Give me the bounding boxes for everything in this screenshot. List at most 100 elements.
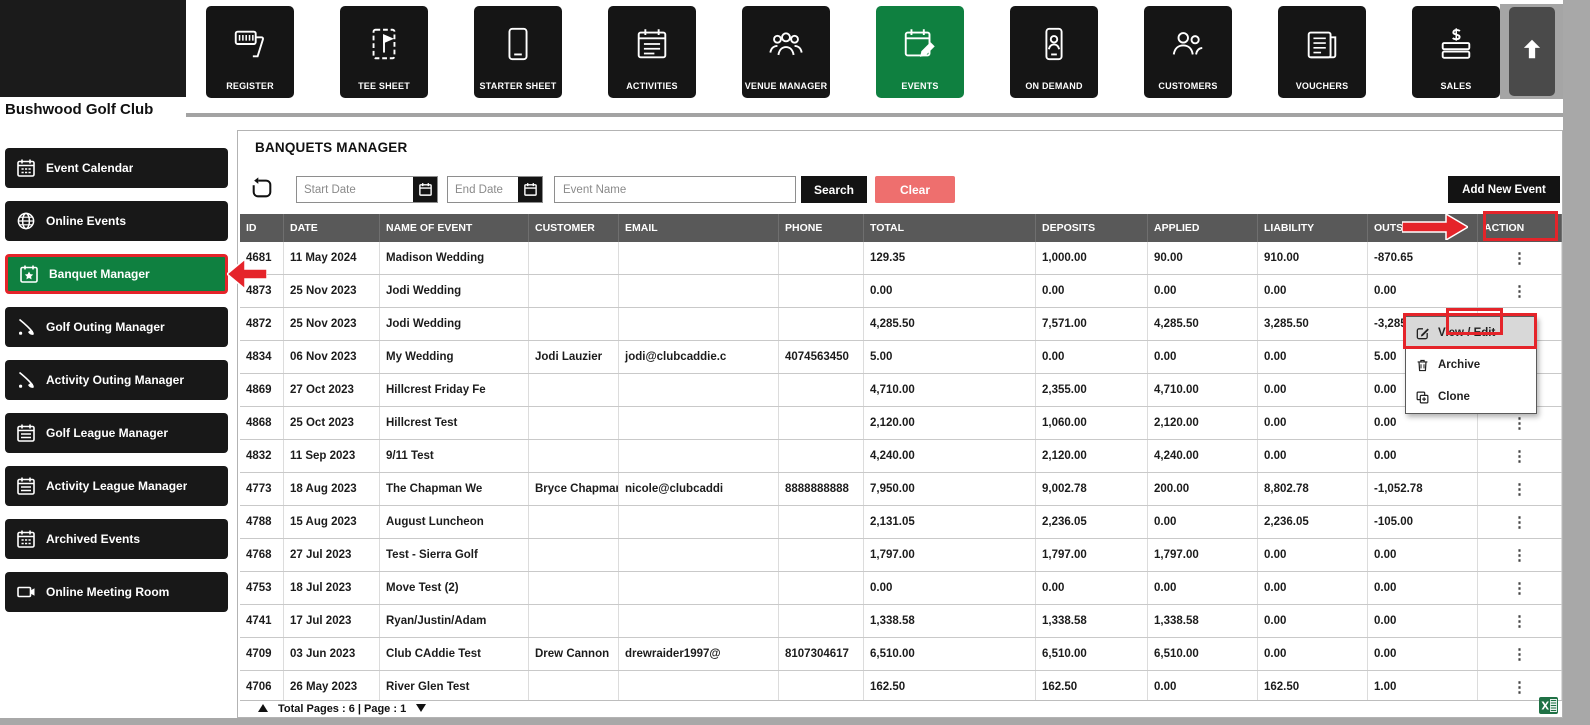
refresh-button[interactable] bbox=[248, 177, 275, 204]
cell-total: 0.00 bbox=[864, 275, 1036, 307]
column-header-liability[interactable]: LIABILITY bbox=[1258, 214, 1368, 242]
event-name-input[interactable] bbox=[554, 176, 796, 203]
sidebar-item-online-meeting-room[interactable]: Online Meeting Room bbox=[5, 572, 228, 612]
cell-total: 4,710.00 bbox=[864, 374, 1036, 406]
cell-applied: 0.00 bbox=[1148, 671, 1258, 700]
clear-button[interactable]: Clear bbox=[875, 176, 955, 203]
add-new-event-button[interactable]: Add New Event bbox=[1448, 176, 1560, 203]
toolbar-button-starter-sheet[interactable]: STARTER SHEET bbox=[474, 6, 562, 98]
table-row[interactable]: 4773 18 Aug 2023 The Chapman We Bryce Chapm… bbox=[240, 473, 1562, 506]
start-date-calendar-icon[interactable] bbox=[413, 177, 437, 202]
menu-item-archive[interactable]: Archive bbox=[1406, 349, 1536, 381]
column-header-email[interactable]: EMAIL bbox=[619, 214, 779, 242]
page-down-button[interactable] bbox=[415, 700, 427, 718]
toolbar-button-vouchers[interactable]: VOUCHERS bbox=[1278, 6, 1366, 98]
triangle-up-icon bbox=[257, 700, 269, 718]
app-window: Bushwood Golf Club REGISTER TEE SHEET STAR… bbox=[0, 0, 1563, 718]
sidebar-item-activity-outing-manager[interactable]: Activity Outing Manager bbox=[5, 360, 228, 400]
column-header-action[interactable]: ACTION bbox=[1478, 214, 1562, 242]
toolbar-button-activities[interactable]: ACTIVITIES bbox=[608, 6, 696, 98]
end-date-field bbox=[447, 176, 543, 203]
end-date-calendar-icon[interactable] bbox=[518, 177, 542, 202]
column-header-phone[interactable]: PHONE bbox=[779, 214, 864, 242]
row-action-menu-button[interactable]: ⋮ bbox=[1478, 506, 1562, 538]
table-row[interactable]: 4869 27 Oct 2023 Hillcrest Friday Fe 4,710.… bbox=[240, 374, 1562, 407]
cell-id: 4768 bbox=[240, 539, 284, 571]
excel-export-icon[interactable] bbox=[1538, 695, 1559, 716]
sidebar-item-golf-outing-manager[interactable]: Golf Outing Manager bbox=[5, 307, 228, 347]
column-header-date[interactable]: DATE bbox=[284, 214, 380, 242]
golf-icon bbox=[16, 370, 36, 390]
sidebar-item-activity-league-manager[interactable]: Activity League Manager bbox=[5, 466, 228, 506]
sidebar-item-archived-events[interactable]: Archived Events bbox=[5, 519, 228, 559]
toolbar-button-tee-sheet[interactable]: TEE SHEET bbox=[340, 6, 428, 98]
sidebar-item-event-calendar[interactable]: Event Calendar bbox=[5, 148, 228, 188]
cell-liability: 0.00 bbox=[1258, 572, 1368, 604]
column-header-total[interactable]: TOTAL bbox=[864, 214, 1036, 242]
toolbar-button-register[interactable]: REGISTER bbox=[206, 6, 294, 98]
search-button[interactable]: Search bbox=[801, 176, 867, 203]
menu-item-view-edit[interactable]: View / Edit bbox=[1406, 317, 1536, 349]
column-header-id[interactable]: ID bbox=[240, 214, 284, 242]
end-date-input[interactable] bbox=[448, 177, 518, 202]
upload-button[interactable] bbox=[1508, 7, 1555, 96]
row-action-menu-button[interactable]: ⋮ bbox=[1478, 605, 1562, 637]
column-header-applied[interactable]: APPLIED bbox=[1148, 214, 1258, 242]
cell-outstanding: 0.00 bbox=[1368, 539, 1478, 571]
refresh-icon bbox=[250, 176, 274, 205]
row-action-menu-button[interactable]: ⋮ bbox=[1478, 440, 1562, 472]
cell-deposits: 9,002.78 bbox=[1036, 473, 1148, 505]
cell-deposits: 2,236.05 bbox=[1036, 506, 1148, 538]
table-row[interactable]: 4741 17 Jul 2023 Ryan/Justin/Adam 1,338.58 1… bbox=[240, 605, 1562, 638]
cell-phone bbox=[779, 539, 864, 571]
table-row[interactable]: 4872 25 Nov 2023 Jodi Wedding 4,285.50 7,571… bbox=[240, 308, 1562, 341]
sidebar-item-label: Golf League Manager bbox=[46, 426, 169, 440]
table-row[interactable]: 4753 18 Jul 2023 Move Test (2) 0.00 0.00 0.00… bbox=[240, 572, 1562, 605]
table-row[interactable]: 4768 27 Jul 2023 Test - Sierra Golf 1,797.0… bbox=[240, 539, 1562, 572]
table-row[interactable]: 4681 11 May 2024 Madison Wedding 129.35 1,00… bbox=[240, 242, 1562, 275]
cell-email bbox=[619, 242, 779, 274]
table-row[interactable]: 4709 03 Jun 2023 Club CAddie Test Drew Cann… bbox=[240, 638, 1562, 671]
cell-applied: 200.00 bbox=[1148, 473, 1258, 505]
customers-icon bbox=[1169, 6, 1207, 81]
start-date-input[interactable] bbox=[297, 177, 413, 202]
cell-applied: 4,710.00 bbox=[1148, 374, 1258, 406]
sidebar-item-online-events[interactable]: Online Events bbox=[5, 201, 228, 241]
row-action-menu-button[interactable]: ⋮ bbox=[1478, 275, 1562, 307]
toolbar-button-venue-manager[interactable]: VENUE MANAGER bbox=[742, 6, 830, 98]
column-header-customer[interactable]: CUSTOMER bbox=[529, 214, 619, 242]
cell-phone bbox=[779, 671, 864, 700]
calendar-icon bbox=[16, 158, 36, 178]
toolbar-button-events[interactable]: EVENTS bbox=[876, 6, 964, 98]
table-row[interactable]: 4873 25 Nov 2023 Jodi Wedding 0.00 0.00 0.00 0… bbox=[240, 275, 1562, 308]
row-action-menu-button[interactable]: ⋮ bbox=[1478, 638, 1562, 670]
column-header-deposits[interactable]: DEPOSITS bbox=[1036, 214, 1148, 242]
cell-liability: 2,236.05 bbox=[1258, 506, 1368, 538]
cell-liability: 0.00 bbox=[1258, 605, 1368, 637]
column-header-name-of-event[interactable]: NAME OF EVENT bbox=[380, 214, 529, 242]
toolbar-button-on-demand[interactable]: ON DEMAND bbox=[1010, 6, 1098, 98]
table-row[interactable]: 4834 06 Nov 2023 My Wedding Jodi Lauzier jod… bbox=[240, 341, 1562, 374]
toolbar-button-sales[interactable]: SALES bbox=[1412, 6, 1500, 98]
sidebar-item-golf-league-manager[interactable]: Golf League Manager bbox=[5, 413, 228, 453]
row-action-menu-button[interactable]: ⋮ bbox=[1478, 473, 1562, 505]
table-row[interactable]: 4868 25 Oct 2023 Hillcrest Test 2,120.00 1,0… bbox=[240, 407, 1562, 440]
row-action-menu-button[interactable]: ⋮ bbox=[1478, 242, 1562, 274]
cell-id: 4832 bbox=[240, 440, 284, 472]
table-row[interactable]: 4832 11 Sep 2023 9/11 Test 4,240.00 2,120.00… bbox=[240, 440, 1562, 473]
cell-id: 4709 bbox=[240, 638, 284, 670]
sidebar-item-banquet-manager[interactable]: Banquet Manager bbox=[5, 254, 228, 294]
toolbar-button-customers[interactable]: CUSTOMERS bbox=[1144, 6, 1232, 98]
cell-applied: 1,338.58 bbox=[1148, 605, 1258, 637]
cell-phone bbox=[779, 308, 864, 340]
column-header-outstanding[interactable]: OUTSTANDING bbox=[1368, 214, 1478, 242]
cell-customer: Jodi Lauzier bbox=[529, 341, 619, 373]
golf-icon bbox=[16, 317, 36, 337]
row-action-menu-button[interactable]: ⋮ bbox=[1478, 539, 1562, 571]
row-action-menu-button[interactable]: ⋮ bbox=[1478, 572, 1562, 604]
page-up-button[interactable] bbox=[257, 700, 269, 718]
table-row[interactable]: 4706 26 May 2023 River Glen Test 162.50 162.… bbox=[240, 671, 1562, 700]
cell-liability: 162.50 bbox=[1258, 671, 1368, 700]
menu-item-clone[interactable]: Clone bbox=[1406, 381, 1536, 413]
table-row[interactable]: 4788 15 Aug 2023 August Luncheon 2,131.05 2,… bbox=[240, 506, 1562, 539]
